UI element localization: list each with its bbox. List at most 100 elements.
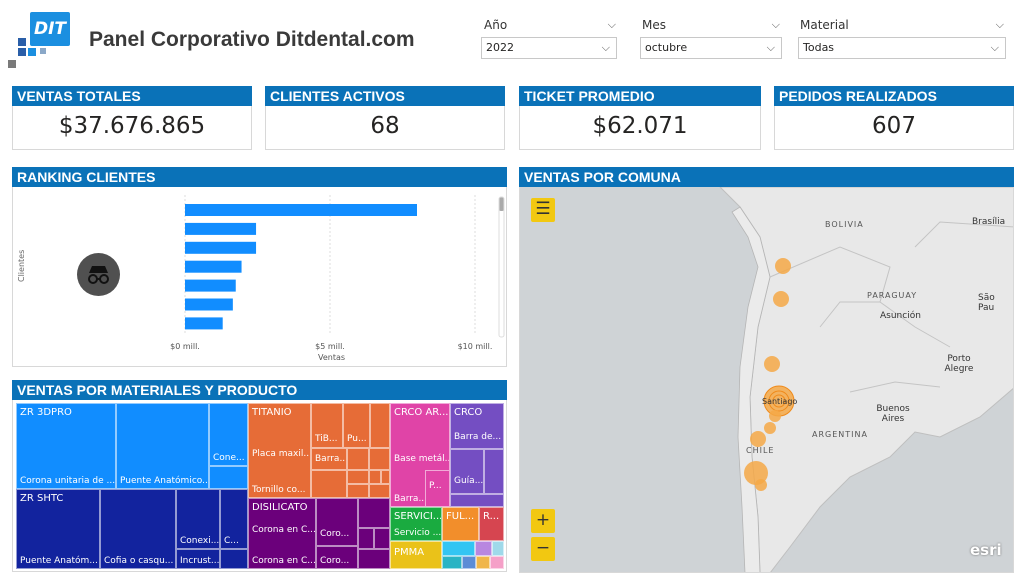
map-bubble[interactable] xyxy=(769,410,781,422)
slicer-year-label: Año xyxy=(484,18,508,32)
ranking-bar[interactable] xyxy=(185,241,257,254)
x-tick-label: $5 mill. xyxy=(315,342,345,351)
treemap-cell[interactable] xyxy=(462,556,476,569)
treemap-cell[interactable] xyxy=(475,541,492,556)
treemap-cell[interactable] xyxy=(347,448,369,470)
map-city-asuncion: Asunción xyxy=(880,311,921,321)
treemap-cell-label: Tornillo co... xyxy=(252,485,306,495)
scrollbar-track[interactable] xyxy=(498,196,505,338)
map-bubble[interactable] xyxy=(764,356,780,372)
map-bubble[interactable] xyxy=(773,291,789,307)
treemap-cell[interactable] xyxy=(347,484,369,498)
map-bubble[interactable] xyxy=(764,422,776,434)
treemap-cell[interactable]: FUL... xyxy=(442,507,479,541)
treemap-cell[interactable]: Pu... xyxy=(343,403,370,448)
treemap-cell[interactable]: CRCO Barra de... xyxy=(450,403,504,449)
map-city-brasilia: Brasília xyxy=(972,217,1006,227)
treemap-cell[interactable]: Conexi... xyxy=(176,489,220,549)
treemap-cell-label: Corona en C... xyxy=(252,556,316,566)
treemap-cell[interactable] xyxy=(490,556,504,569)
treemap-cell[interactable]: R... xyxy=(479,507,504,541)
treemap-group-label: ZR SHTC xyxy=(20,493,64,504)
treemap-cell[interactable]: Cone... xyxy=(209,403,248,466)
treemap-cell[interactable]: TITANIO Placa maxil... Tornillo co... xyxy=(248,403,311,498)
ranking-bar[interactable] xyxy=(185,279,236,292)
map-zoom-out-button[interactable]: − xyxy=(531,537,555,561)
treemap-cell[interactable] xyxy=(370,403,390,448)
treemap-cell-label: Barra de... xyxy=(454,432,502,442)
treemap-cell-label: Pu... xyxy=(347,434,367,444)
slicer-material-dropdown[interactable]: Todas ⌵ xyxy=(798,37,1006,59)
treemap-cell[interactable]: Puente Anatómico... xyxy=(116,403,209,489)
chevron-down-icon: ⌵ xyxy=(990,41,999,54)
map-bubble[interactable] xyxy=(775,258,791,274)
treemap-cell[interactable] xyxy=(484,449,504,494)
treemap-cell-label: Guía... xyxy=(454,476,484,486)
treemap-cell[interactable] xyxy=(347,470,369,484)
scrollbar-thumb[interactable] xyxy=(499,197,504,211)
treemap-cell[interactable] xyxy=(476,556,490,569)
slicer-material-header[interactable]: Material ⌵ xyxy=(800,16,1004,34)
treemap-cell[interactable]: ZR 3DPRO Corona unitaria de ... xyxy=(16,403,116,489)
treemap-cell[interactable] xyxy=(492,541,504,556)
treemap-cell[interactable] xyxy=(209,466,248,489)
treemap-cell-label: Corona unitaria de ... xyxy=(20,476,116,486)
treemap-cell-label: Cofia o casqu... xyxy=(104,556,174,566)
slicer-year-dropdown[interactable]: octubre 2022 ⌵ xyxy=(481,37,617,59)
treemap-cell[interactable]: Coro... xyxy=(316,546,358,569)
treemap-group-label: PMMA xyxy=(394,547,425,558)
treemap-cell[interactable] xyxy=(358,498,390,528)
treemap-cell[interactable]: P... xyxy=(425,470,450,507)
treemap-cell-label: TiB... xyxy=(315,434,338,444)
ranking-bar[interactable] xyxy=(185,317,223,330)
slicer-year-selected: 2022 xyxy=(486,41,514,54)
chevron-down-icon[interactable]: ⌵ xyxy=(996,16,1004,34)
treemap-cell[interactable] xyxy=(369,470,381,484)
slicer-month-dropdown[interactable]: octubre ⌵ xyxy=(640,37,782,59)
treemap-cell[interactable]: TiB... xyxy=(311,403,343,448)
ranking-bar[interactable] xyxy=(185,222,257,235)
chevron-down-icon[interactable]: ⌵ xyxy=(772,16,780,34)
map-city-sao-paulo: São Pau xyxy=(978,293,995,313)
treemap-cell-label: Incrust... xyxy=(180,556,220,566)
treemap-cell[interactable]: PMMA xyxy=(390,541,442,569)
map-canvas[interactable] xyxy=(520,187,1014,573)
treemap-cell[interactable] xyxy=(450,494,504,507)
slicer-month-header[interactable]: Mes ⌵ xyxy=(642,16,780,34)
treemap-cell[interactable] xyxy=(220,549,248,569)
treemap-group-label: R... xyxy=(483,511,500,522)
map-zoom-in-button[interactable]: + xyxy=(531,509,555,533)
treemap-cell[interactable]: C... xyxy=(220,489,248,549)
treemap-cell[interactable]: Barra... xyxy=(311,448,347,470)
ranking-bar[interactable] xyxy=(185,204,417,216)
map-panel[interactable]: BOLIVIA PARAGUAY ARGENTINA CHILE Brasíli… xyxy=(519,187,1014,573)
kpi-sales-title: VENTAS TOTALES xyxy=(12,86,252,106)
treemap-cell-label: Barra... xyxy=(394,494,428,504)
treemap-cell[interactable] xyxy=(369,448,390,470)
treemap-cell[interactable]: SERVICI... Servicio ... xyxy=(390,507,442,541)
map-menu-button[interactable]: ☰ xyxy=(531,198,555,222)
treemap-cell[interactable] xyxy=(311,470,347,498)
treemap-cell[interactable] xyxy=(442,556,462,569)
treemap-cell[interactable] xyxy=(358,528,374,549)
treemap-cell[interactable]: DISILICATO Corona en C... Corona en C... xyxy=(248,498,316,569)
treemap-cell[interactable]: Coro... xyxy=(316,498,358,546)
treemap-cell[interactable] xyxy=(381,470,390,484)
treemap-cell[interactable]: Cofia o casqu... xyxy=(100,489,176,569)
treemap-cell[interactable]: Incrust... xyxy=(176,549,220,569)
ranking-bar[interactable] xyxy=(185,260,242,273)
treemap-cell[interactable]: ZR SHTC Puente Anatóm... xyxy=(16,489,100,569)
treemap-cell[interactable] xyxy=(369,484,390,498)
chevron-down-icon: ⌵ xyxy=(601,41,610,54)
treemap-group-label: ZR 3DPRO xyxy=(20,407,72,418)
treemap-cell[interactable]: Guía... xyxy=(450,449,484,494)
map-bubble[interactable] xyxy=(750,431,766,447)
chevron-down-icon[interactable]: ⌵ xyxy=(608,16,616,34)
slicer-year-header[interactable]: Año ⌵ xyxy=(484,16,616,34)
ranking-bar[interactable] xyxy=(185,298,233,311)
treemap-group-label: CRCO AR... xyxy=(394,407,449,418)
map-bubble[interactable] xyxy=(755,479,767,491)
treemap-cell[interactable] xyxy=(374,528,390,549)
treemap-cell[interactable] xyxy=(358,549,390,569)
treemap-cell[interactable] xyxy=(442,541,475,556)
